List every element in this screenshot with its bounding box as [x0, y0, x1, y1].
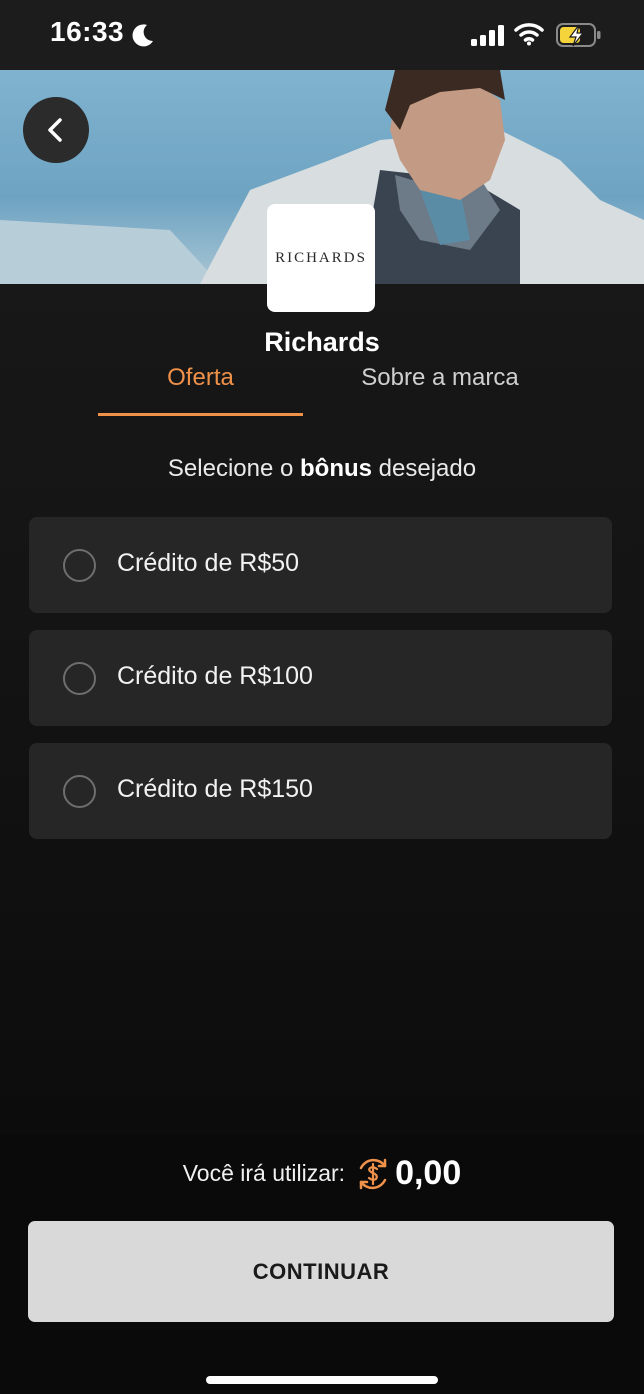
tab-about-brand[interactable]: Sobre a marca: [330, 364, 550, 416]
bonus-option-50[interactable]: Crédito de R$50: [29, 517, 612, 613]
brand-name: Richards: [264, 327, 380, 357]
coin-icon: [359, 1158, 387, 1189]
brand-logo: RICHARDS: [267, 204, 375, 312]
bonus-option-150[interactable]: Crédito de R$150: [29, 743, 612, 839]
option-label: Crédito de R$50: [117, 549, 300, 577]
radio-button[interactable]: [63, 775, 96, 808]
signal-icon: [471, 25, 504, 46]
usage-label: Você irá utilizar:: [182, 1160, 346, 1186]
continue-button[interactable]: CONTINUAR: [28, 1221, 614, 1322]
option-label: Crédito de R$100: [117, 662, 313, 690]
chevron-left-icon: [48, 118, 62, 142]
battery-charging-icon: [556, 23, 601, 47]
tab-offer[interactable]: Oferta: [98, 364, 303, 416]
usage-summary: Você irá utilizar: 0,00: [0, 1154, 644, 1193]
status-bar: 16:33: [0, 0, 644, 70]
radio-button[interactable]: [63, 662, 96, 695]
status-time: 16:33: [50, 16, 125, 47]
bonus-option-100[interactable]: Crédito de R$100: [29, 630, 612, 726]
radio-button[interactable]: [63, 549, 96, 582]
usage-amount: 0,00: [395, 1154, 462, 1192]
option-label: Crédito de R$150: [117, 775, 313, 803]
wifi-icon: [514, 23, 544, 46]
footer: Você irá utilizar: 0,00 CONTINUAR: [0, 1134, 644, 1394]
bonus-instruction: Selecione o bônus desejado: [0, 455, 644, 483]
brand-logo-text: RICHARDS: [275, 249, 367, 266]
home-indicator: [206, 1376, 438, 1384]
instruction-suffix: desejado: [372, 455, 477, 482]
instruction-bold: bônus: [300, 455, 372, 482]
app-screen: 16:33 RICHARDS Richards Oferta Sobre a m…: [0, 0, 644, 1394]
back-button[interactable]: [23, 97, 89, 163]
moon-icon: [132, 24, 153, 47]
instruction-prefix: Selecione o: [167, 455, 300, 482]
